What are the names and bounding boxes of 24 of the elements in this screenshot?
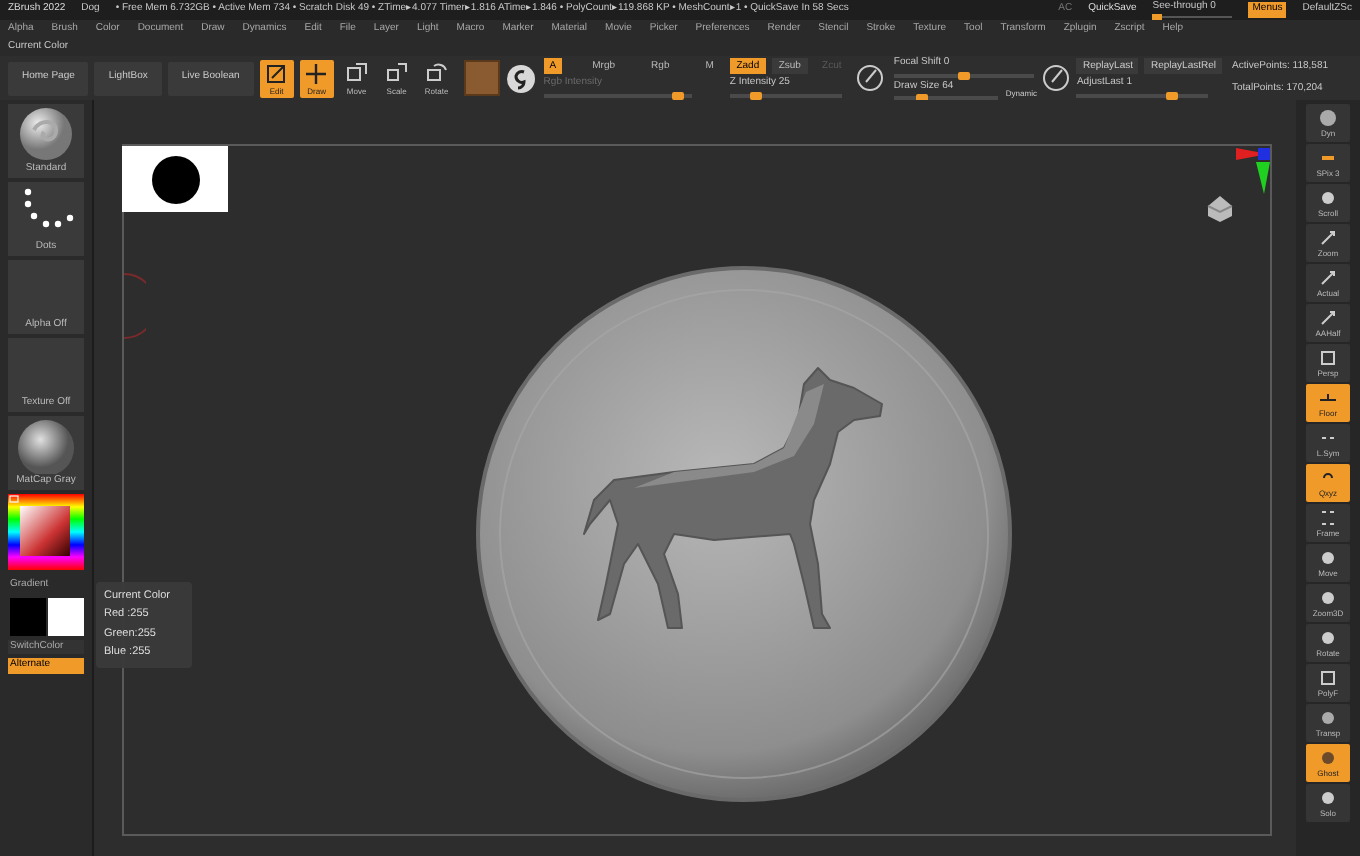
squares-icon <box>342 59 371 85</box>
brush-circle-icon <box>1042 64 1071 92</box>
shelf-glyph-icon <box>1318 507 1338 527</box>
secondary-color-swatch[interactable] <box>47 597 83 635</box>
see-through-thumb[interactable] <box>1152 13 1163 20</box>
color-picker[interactable] <box>8 494 84 570</box>
slider-thumb[interactable] <box>957 71 970 79</box>
slider-thumb[interactable] <box>749 91 762 100</box>
squares-icon <box>382 59 411 85</box>
circle-alpha-icon <box>151 155 199 203</box>
shelf-glyph-icon <box>1318 227 1338 247</box>
head-gizmo-icon <box>1204 192 1236 224</box>
brush-ring-arc-drawing <box>122 272 146 340</box>
slider-thumb[interactable] <box>1166 91 1179 100</box>
brush-sphere-icon <box>16 105 76 161</box>
brush-circle-icon <box>855 64 884 92</box>
shelf-glyph-icon <box>1318 307 1338 327</box>
squares-icon <box>422 59 451 85</box>
primary-color-swatch[interactable] <box>9 597 45 635</box>
shelf-glyph-icon <box>1318 267 1338 287</box>
material-swatch[interactable] <box>463 60 500 96</box>
pencil-icon <box>262 59 291 85</box>
shelf-glyph-icon <box>1318 347 1338 367</box>
sphere-brush-icon <box>505 63 536 93</box>
